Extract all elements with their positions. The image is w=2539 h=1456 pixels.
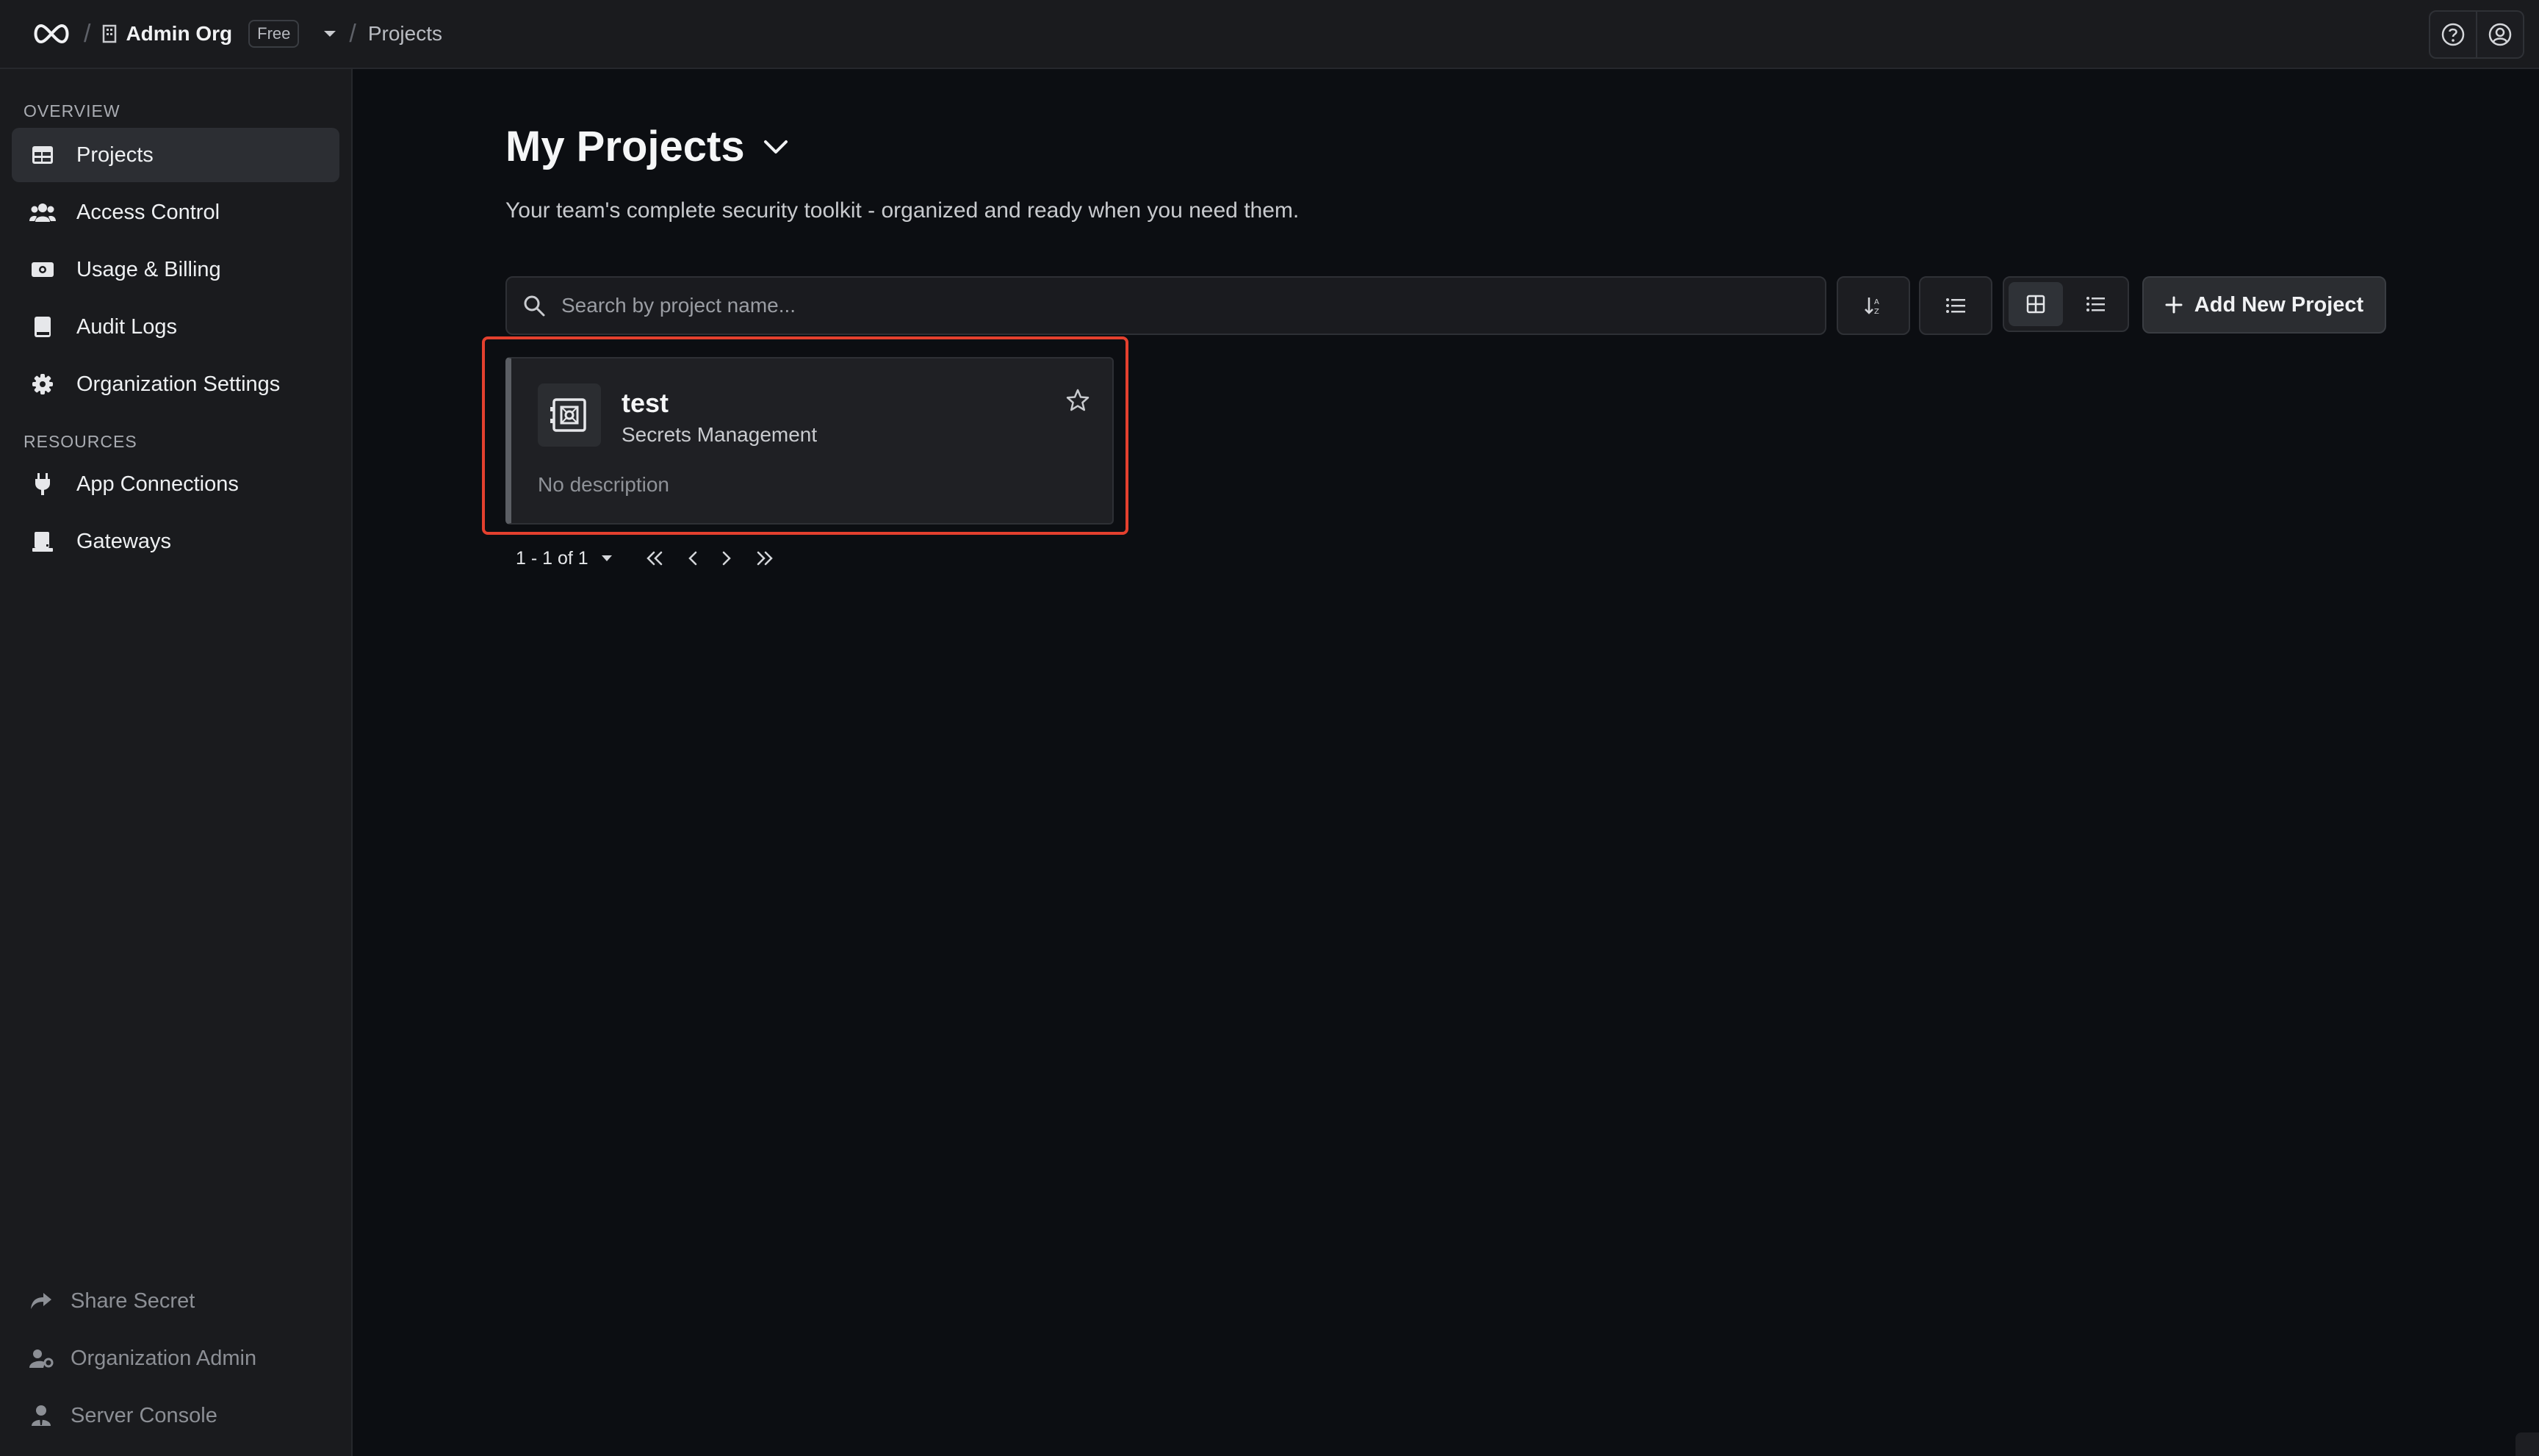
breadcrumb-separator: / <box>349 19 356 48</box>
sidebar-item-app-connections[interactable]: App Connections <box>12 457 339 511</box>
help-circle-icon <box>2441 23 2465 46</box>
project-description: No description <box>538 473 669 496</box>
grid-icon <box>2026 295 2045 314</box>
sidebar-item-label: App Connections <box>76 472 239 496</box>
breadcrumb-separator: / <box>84 19 91 48</box>
gear-icon <box>28 370 57 399</box>
resize-corner <box>2515 1432 2539 1456</box>
add-new-project-button[interactable]: Add New Project <box>2142 276 2386 334</box>
sidebar-item-label: Audit Logs <box>76 314 178 339</box>
page-title[interactable]: My Projects <box>505 122 789 171</box>
caret-down-icon[interactable] <box>323 29 337 38</box>
plug-icon <box>28 469 57 499</box>
project-card[interactable]: test Secrets Management No description <box>505 357 1114 525</box>
sidebar-item-organization-settings[interactable]: Organization Settings <box>12 357 339 411</box>
filter-list-button[interactable] <box>1919 276 1992 335</box>
page-title-text: My Projects <box>505 123 745 170</box>
project-name: test <box>622 388 669 418</box>
share-arrow-icon <box>26 1286 56 1316</box>
plan-badge: Free <box>248 20 300 48</box>
user-circle-icon <box>2488 23 2512 46</box>
sidebar-item-label: Usage & Billing <box>76 257 221 281</box>
topbar-actions <box>2429 10 2524 59</box>
sidebar-item-label: Organization Settings <box>76 372 281 396</box>
user-menu-button[interactable] <box>2477 10 2524 59</box>
sidebar-item-label: Gateways <box>76 529 171 553</box>
list-view-button[interactable] <box>2069 282 2123 326</box>
help-button[interactable] <box>2429 10 2477 59</box>
org-switcher[interactable]: Admin Org Free <box>102 20 337 48</box>
server-icon <box>28 527 57 556</box>
view-toggle <box>2003 276 2129 332</box>
sidebar-item-access-control[interactable]: Access Control <box>12 185 339 239</box>
caret-down-icon <box>601 555 612 561</box>
add-new-project-label: Add New Project <box>2194 292 2364 317</box>
list-icon <box>1946 298 1965 313</box>
page-size-select[interactable]: 1 - 1 of 1 <box>516 548 613 569</box>
vault-icon <box>538 383 601 447</box>
sidebar-item-share-secret[interactable]: Share Secret <box>12 1274 339 1328</box>
org-name: Admin Org <box>126 22 233 45</box>
sidebar-item-label: Access Control <box>76 200 220 224</box>
building-icon <box>103 24 117 43</box>
sort-icon: AZ <box>1865 298 1879 316</box>
table-icon <box>28 140 57 170</box>
pagination-range: 1 - 1 of 1 <box>516 547 588 569</box>
search-icon <box>523 295 545 317</box>
previous-page-icon[interactable] <box>687 550 699 566</box>
chevron-down-icon[interactable] <box>763 139 789 155</box>
breadcrumb-projects[interactable]: Projects <box>368 22 442 46</box>
svg-text:A: A <box>1874 298 1879 306</box>
money-bill-icon <box>28 255 57 284</box>
search-input[interactable] <box>560 293 1825 318</box>
infinity-logo-icon[interactable] <box>31 19 72 48</box>
list-icon <box>2086 297 2105 311</box>
sidebar-item-audit-logs[interactable]: Audit Logs <box>12 300 339 354</box>
project-type: Secrets Management <box>622 423 818 446</box>
grid-view-button[interactable] <box>2009 282 2063 326</box>
sidebar-item-gateways[interactable]: Gateways <box>12 514 339 569</box>
sidebar-item-label: Projects <box>76 143 154 167</box>
sidebar-item-label: Server Console <box>71 1403 217 1427</box>
book-icon <box>28 312 57 342</box>
sidebar-section-resources: RESOURCES <box>24 432 137 451</box>
users-icon <box>28 198 57 227</box>
pagination: 1 - 1 of 1 <box>516 544 775 573</box>
sidebar-item-server-console[interactable]: Server Console <box>12 1388 339 1443</box>
sidebar-item-organization-admin[interactable]: Organization Admin <box>12 1331 339 1385</box>
user-tie-icon <box>26 1401 56 1430</box>
sidebar-item-usage-billing[interactable]: Usage & Billing <box>12 242 339 297</box>
project-search[interactable] <box>505 276 1826 335</box>
plus-icon <box>2165 296 2183 314</box>
svg-text:Z: Z <box>1874 308 1879 316</box>
star-icon[interactable] <box>1065 388 1090 417</box>
page-subtitle: Your team's complete security toolkit - … <box>505 198 1300 223</box>
sort-button[interactable]: AZ <box>1837 276 1910 335</box>
first-page-icon[interactable] <box>644 550 665 566</box>
sidebar: OVERVIEW Projects Access Control Usage &… <box>0 69 353 1456</box>
sidebar-item-label: Organization Admin <box>71 1346 257 1370</box>
next-page-icon[interactable] <box>721 550 732 566</box>
last-page-icon[interactable] <box>755 550 775 566</box>
top-bar: / Admin Org Free / Projects <box>0 0 2539 69</box>
sidebar-section-overview: OVERVIEW <box>24 101 120 120</box>
sidebar-item-label: Share Secret <box>71 1289 195 1313</box>
sidebar-item-projects[interactable]: Projects <box>12 128 339 182</box>
user-gear-icon <box>26 1344 56 1373</box>
